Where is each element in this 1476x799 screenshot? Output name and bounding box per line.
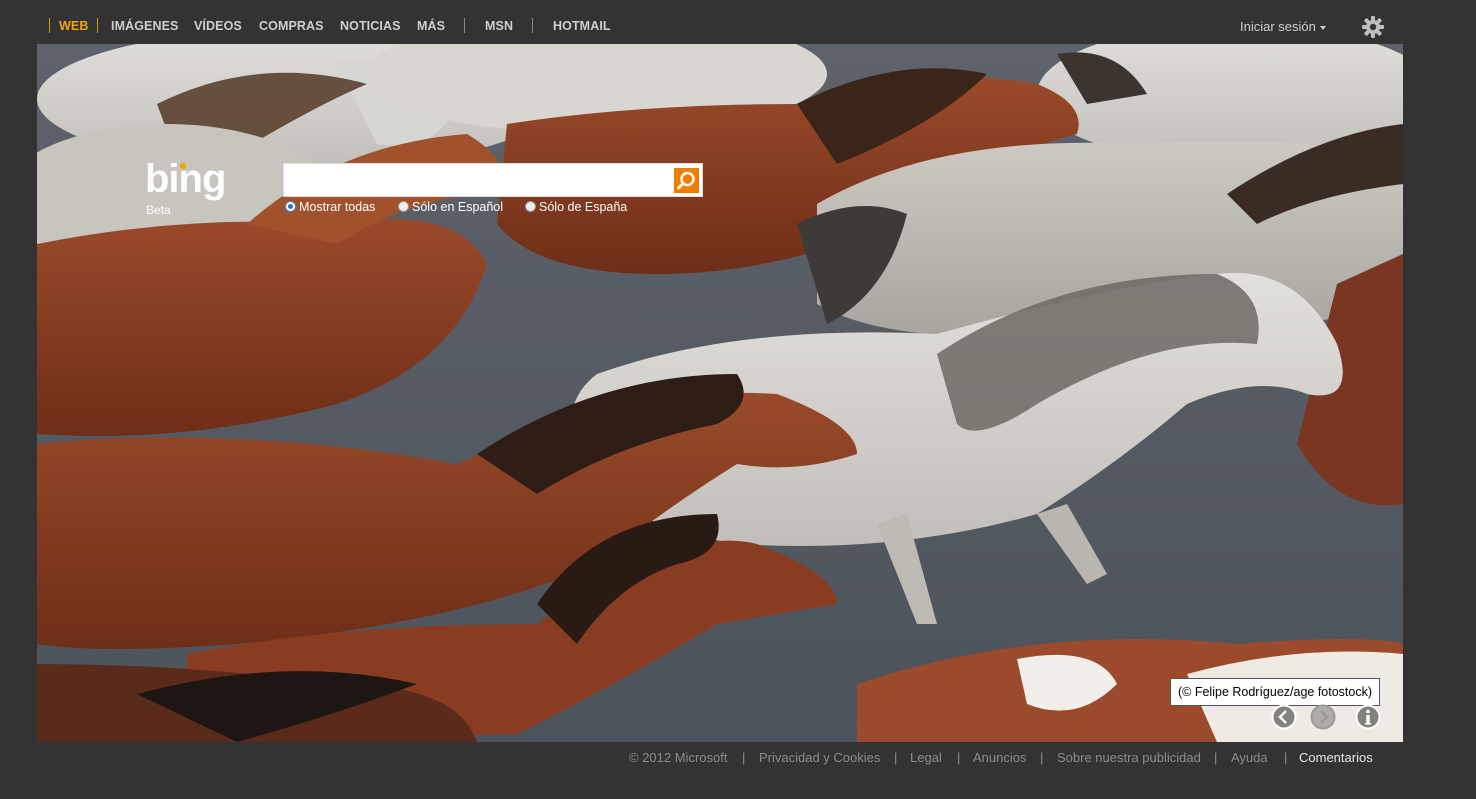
search-input[interactable] <box>284 164 668 196</box>
footer-divider: | <box>894 750 898 765</box>
footer-link-advertising[interactable]: Sobre nuestra publicidad <box>1057 750 1201 765</box>
radio-selected-icon <box>285 201 296 212</box>
nav-item-compras[interactable]: COMPRAS <box>259 19 324 33</box>
nav-item-noticias[interactable]: NOTICIAS <box>340 19 401 33</box>
nav-divider <box>97 18 98 33</box>
footer-link-feedback[interactable]: Comentarios <box>1299 750 1373 765</box>
next-icon[interactable] <box>1310 704 1336 730</box>
scope-option-spain[interactable]: Sólo de España <box>525 200 627 214</box>
scope-option-all[interactable]: Mostrar todas <box>285 200 375 214</box>
footer-link-legal[interactable]: Legal <box>910 750 942 765</box>
nav-divider <box>532 18 533 33</box>
nav-divider <box>49 18 50 33</box>
hero-image: bing Beta Mostrar todas Sólo en Español … <box>37 44 1403 742</box>
nav-item-mas[interactable]: MÁS <box>417 19 445 33</box>
nav-divider <box>464 18 465 33</box>
footer-divider: | <box>1214 750 1218 765</box>
nav-item-web[interactable]: WEB <box>59 19 88 33</box>
image-credit: (© Felipe Rodríguez/age fotostock) <box>1170 678 1381 706</box>
scope-option-spanish[interactable]: Sólo en Español <box>398 200 503 214</box>
nav-item-videos[interactable]: VÍDEOS <box>194 19 242 33</box>
radio-icon <box>525 201 536 212</box>
radio-icon <box>398 201 409 212</box>
chevron-down-icon <box>1319 25 1326 30</box>
logo-dot <box>179 162 187 170</box>
nav-item-hotmail[interactable]: HOTMAIL <box>553 19 611 33</box>
nav-item-imagenes[interactable]: IMÁGENES <box>111 19 178 33</box>
info-icon[interactable] <box>1355 704 1381 730</box>
sign-in-link[interactable]: Iniciar sesión <box>1240 19 1326 34</box>
nav-item-msn[interactable]: MSN <box>485 19 513 33</box>
search-icon <box>677 171 695 190</box>
sign-in-label: Iniciar sesión <box>1240 19 1316 34</box>
footer-link-ads[interactable]: Anuncios <box>973 750 1026 765</box>
gear-icon[interactable] <box>1361 15 1385 39</box>
horses-photo <box>37 44 1403 742</box>
footer: © 2012 Microsoft | Privacidad y Cookies … <box>0 750 1476 770</box>
beta-label: Beta <box>146 203 171 217</box>
footer-divider: | <box>1040 750 1044 765</box>
previous-icon[interactable] <box>1271 704 1297 730</box>
footer-link-help[interactable]: Ayuda <box>1231 750 1268 765</box>
top-navigation: WEB IMÁGENES VÍDEOS COMPRAS NOTICIAS MÁS… <box>0 0 1476 44</box>
footer-divider: | <box>1284 750 1288 765</box>
footer-divider: | <box>957 750 961 765</box>
footer-link-privacy[interactable]: Privacidad y Cookies <box>759 750 880 765</box>
search-box <box>283 163 703 197</box>
search-button[interactable] <box>674 168 699 193</box>
copyright-text: © 2012 Microsoft <box>629 750 728 765</box>
footer-divider: | <box>742 750 746 765</box>
